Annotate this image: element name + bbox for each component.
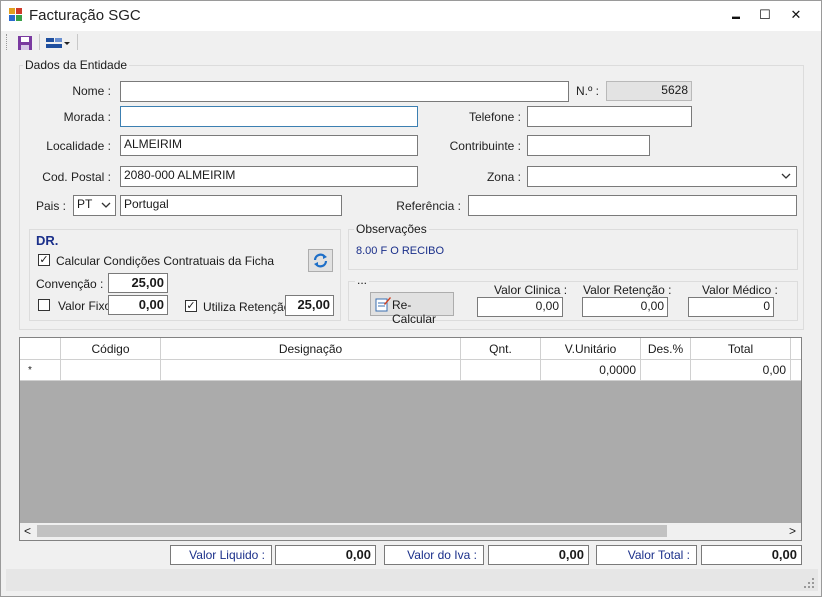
cell-designacao[interactable] <box>161 360 461 381</box>
valor-clinica-label: Valor Clinica : <box>494 283 568 297</box>
retencao-label: Utiliza Retenção <box>203 300 291 314</box>
codpostal-label: Cod. Postal : <box>42 170 111 184</box>
cell-codigo[interactable] <box>61 360 161 381</box>
localidade-label: Localidade : <box>46 139 111 153</box>
valor-medico-input[interactable]: 0 <box>688 297 774 317</box>
resize-grip-icon[interactable] <box>803 577 815 589</box>
scroll-right-icon[interactable]: > <box>789 524 796 538</box>
recalcular-button[interactable]: Re-Calcular <box>370 292 454 326</box>
numero-label: N.º : <box>575 84 599 98</box>
app-icon <box>9 8 22 21</box>
column-header-total[interactable]: Total <box>691 338 791 360</box>
minimize-icon: ▬ <box>732 12 740 21</box>
valor-retencao-input[interactable]: 0,00 <box>582 297 668 317</box>
referencia-label: Referência : <box>396 199 461 213</box>
chevron-down-icon <box>101 202 111 208</box>
zona-label: Zona : <box>486 170 521 184</box>
scroll-left-icon[interactable]: < <box>24 524 31 538</box>
scrollbar-thumb[interactable] <box>37 525 667 537</box>
nome-label: Nome : <box>72 84 111 98</box>
valor-total-field: 0,00 <box>701 545 802 565</box>
morada-input[interactable] <box>120 106 418 127</box>
entity-group-label: Dados da Entidade <box>23 58 130 72</box>
minimize-button[interactable]: ▬ <box>721 1 751 31</box>
cell-filler <box>791 360 801 381</box>
recalcular-label: Re-Calcular <box>392 298 437 326</box>
horizontal-scrollbar[interactable]: < > <box>20 523 801 540</box>
cell-total[interactable]: 0,00 <box>691 360 791 381</box>
calculator-edit-icon <box>375 297 391 312</box>
status-bar <box>6 569 818 591</box>
new-row-marker[interactable]: * <box>20 360 61 381</box>
cell-vunitario[interactable]: 0,0000 <box>541 360 641 381</box>
refresh-button[interactable] <box>308 249 333 272</box>
refresh-icon <box>313 253 328 268</box>
column-header-designacao[interactable]: Designação <box>161 338 461 360</box>
codpostal-input[interactable]: 2080-000 ALMEIRIM <box>120 166 418 187</box>
toolbar <box>1 31 821 55</box>
nome-input[interactable] <box>120 81 569 102</box>
valor-liquido-field: 0,00 <box>275 545 376 565</box>
column-header-desc[interactable]: Des.% <box>641 338 691 360</box>
calcular-checkbox[interactable]: ✓ <box>38 254 50 266</box>
valorfixo-input[interactable]: 0,00 <box>108 295 168 315</box>
close-button[interactable]: ✕ <box>781 1 811 31</box>
valor-medico-label: Valor Médico : <box>702 283 778 297</box>
dr-title: DR. <box>36 233 59 248</box>
row-header-corner <box>20 338 61 360</box>
toolbar-separator <box>77 34 78 50</box>
retencao-checkbox[interactable]: ✓ <box>185 300 197 312</box>
cell-desc[interactable] <box>641 360 691 381</box>
save-icon <box>18 36 32 50</box>
pais-name-input[interactable]: Portugal <box>120 195 342 216</box>
valorfixo-checkbox[interactable] <box>38 299 50 311</box>
calc-group-label: ... <box>355 273 370 287</box>
column-header-qnt[interactable]: Qnt. <box>461 338 541 360</box>
morada-label: Morada : <box>63 110 111 124</box>
main-window: Facturação SGC ▬ ☐ ✕ Dados da Entidade N… <box>0 0 822 597</box>
save-button[interactable] <box>15 33 35 53</box>
numero-field: 5628 <box>606 81 692 101</box>
zona-select[interactable] <box>527 166 797 187</box>
telefone-input[interactable] <box>527 106 692 127</box>
valor-liquido-label: Valor Liquido : <box>170 545 272 565</box>
retencao-input[interactable]: 25,00 <box>285 295 334 316</box>
title-bar: Facturação SGC ▬ ☐ ✕ <box>1 1 821 31</box>
maximize-button[interactable]: ☐ <box>750 1 780 31</box>
telefone-label: Telefone : <box>468 110 521 124</box>
localidade-input[interactable]: ALMEIRIM <box>120 135 418 156</box>
pais-label: Pais : <box>35 199 66 213</box>
valor-total-label: Valor Total : <box>596 545 697 565</box>
valor-clinica-input[interactable]: 0,00 <box>477 297 563 317</box>
column-header-vunitario[interactable]: V.Unitário <box>541 338 641 360</box>
window-title: Facturação SGC <box>29 7 141 24</box>
column-header-codigo[interactable]: Código <box>61 338 161 360</box>
referencia-input[interactable] <box>468 195 797 216</box>
layout-dropdown-button[interactable] <box>43 33 73 53</box>
convencao-label: Convenção : <box>36 277 104 291</box>
chevron-down-icon <box>781 173 791 179</box>
column-header-filler <box>791 338 801 360</box>
maximize-icon: ☐ <box>759 7 771 22</box>
pais-code-value: PT <box>77 197 93 211</box>
contribuinte-label: Contribuinte : <box>449 139 521 153</box>
close-icon: ✕ <box>790 7 802 22</box>
observacoes-label: Observações <box>354 222 429 236</box>
observacoes-text: 8.00 F O RECIBO <box>356 245 445 257</box>
toolbar-grip <box>6 34 9 50</box>
items-grid[interactable]: Código Designação Qnt. V.Unitário Des.% … <box>19 337 802 541</box>
valor-iva-field: 0,00 <box>488 545 589 565</box>
calcular-label: Calcular Condições Contratuais da Ficha <box>56 254 275 268</box>
toolbar-separator <box>39 34 40 50</box>
valorfixo-label: Valor Fixo <box>58 299 112 313</box>
convencao-input[interactable]: 25,00 <box>108 273 168 293</box>
valor-retencao-label: Valor Retenção : <box>583 283 672 297</box>
pais-code-select[interactable]: PT <box>73 195 116 216</box>
cell-qnt[interactable] <box>461 360 541 381</box>
valor-iva-label: Valor do Iva : <box>384 545 484 565</box>
layout-dropdown-icon <box>46 38 70 48</box>
contribuinte-input[interactable] <box>527 135 650 156</box>
